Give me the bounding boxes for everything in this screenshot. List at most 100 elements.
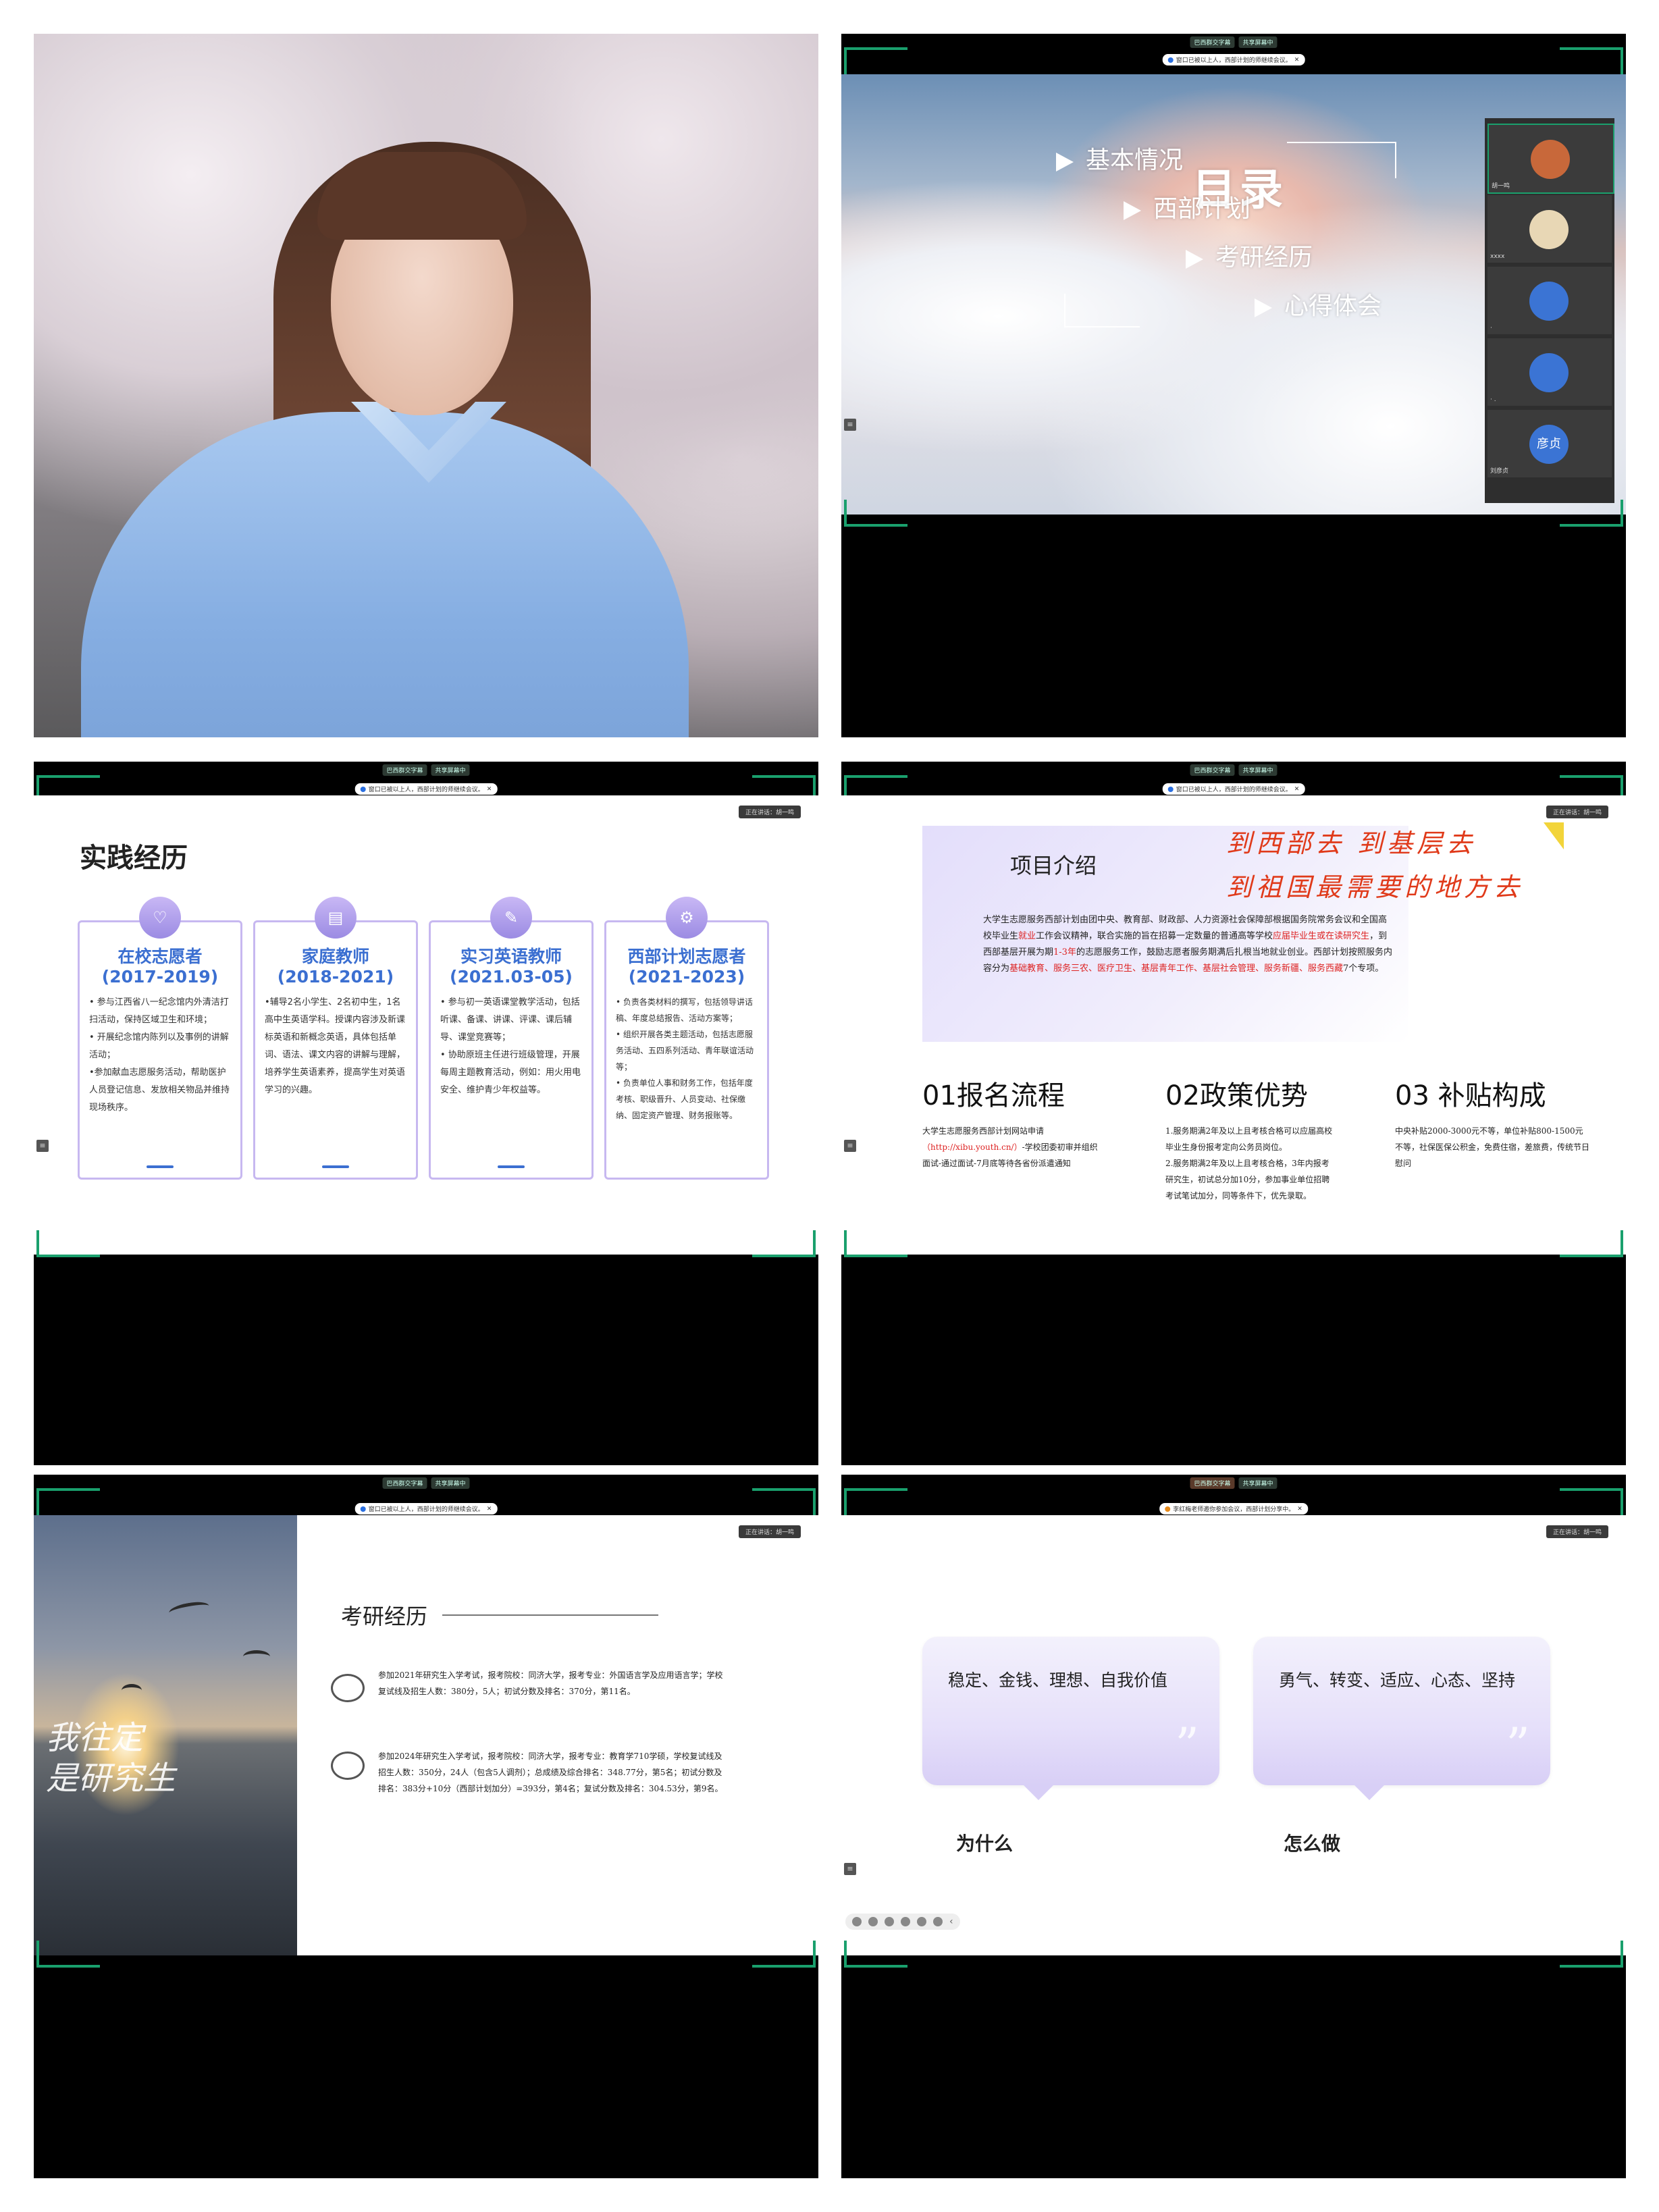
subtitle-pill[interactable]: 巴西群交字幕 <box>1190 764 1235 776</box>
close-icon[interactable]: ✕ <box>487 1506 492 1512</box>
subtitle-pill[interactable]: 巴西群交字幕 <box>1190 1477 1235 1489</box>
sea-sunset-image: 我往定 是研究生 <box>34 1515 297 1955</box>
card-title: 在校志愿者 (2017-2019) <box>101 947 219 986</box>
slogan-line-1: 到西部去 到基层去 <box>1226 828 1477 858</box>
participant-name: 胡一鸣 <box>1492 183 1510 190</box>
card-body: •辅导2名小学生、2名初中生，1名高中生英语学科。授课内容涉及新课标英语和新概念… <box>265 997 406 1095</box>
speech-bubble-icon <box>331 1674 365 1702</box>
subtitle-pill[interactable]: 巴西群交字幕 <box>382 764 427 776</box>
avatar: 彦贞 <box>1529 425 1569 464</box>
frame-corner <box>1560 1488 1623 1515</box>
why-label: 为什么 <box>956 1833 1013 1855</box>
card-text: 稳定、金钱、理想、自我价值 <box>948 1670 1168 1690</box>
play-arrow-icon <box>1186 250 1203 269</box>
section-body: 大学生志愿服务西部计划网站申请（http://xibu.youth.cn/）-学… <box>922 1126 1098 1168</box>
close-icon[interactable]: ✕ <box>487 786 492 793</box>
sharing-pill[interactable]: 共享屏幕中 <box>1238 1477 1278 1489</box>
notice-text: 窗口已被以上人，西部计划的师继续会议。 <box>368 1506 484 1513</box>
close-icon[interactable]: ✕ <box>1294 786 1300 793</box>
pen-icon[interactable] <box>885 1917 894 1926</box>
participant-tile[interactable]: 胡一鸣 <box>1487 124 1614 194</box>
emoji-icon[interactable] <box>933 1917 943 1926</box>
pointer-icon[interactable] <box>868 1917 878 1926</box>
card-title: 家庭教师 (2018-2021) <box>277 947 394 986</box>
menu-icon[interactable]: ≡ <box>844 1863 856 1875</box>
frame-corner <box>36 1230 100 1257</box>
intro-title: 项目介绍 <box>1010 853 1097 878</box>
meeting-notice[interactable]: 窗口已被以上人，西部计划的师继续会议。 ✕ <box>1162 783 1305 795</box>
meeting-notice[interactable]: 窗口已被以上人，西部计划的师继续会议。 ✕ <box>354 1503 498 1515</box>
toc-item: 心得体会 <box>1255 286 1381 321</box>
frame-corner <box>844 1488 907 1515</box>
kaoyan-paragraph: 参加2021年研究生入学考试，报考院校：同济大学，报考专业：外国语言学及应用语言… <box>378 1670 723 1696</box>
info-icon <box>1165 1506 1171 1512</box>
decor-bracket <box>1287 142 1396 178</box>
meeting-notice[interactable]: 窗口已被以上人，西部计划的师继续会议。 ✕ <box>1162 54 1305 65</box>
menu-icon[interactable]: ≡ <box>36 1140 49 1152</box>
page-title: 实践经历 <box>80 843 188 874</box>
card-title: 西部计划志愿者 (2021-2023) <box>627 947 746 986</box>
participant-tile[interactable]: · <box>1487 267 1612 334</box>
toc-item: 考研经历 <box>1186 238 1313 273</box>
participant-tile[interactable]: · . <box>1487 338 1612 406</box>
seagull-shape <box>167 1599 211 1620</box>
screenshot-icon[interactable] <box>901 1917 910 1926</box>
frame-corner <box>1560 47 1623 74</box>
subtitle-pill[interactable]: 巴西群交字幕 <box>382 1477 427 1489</box>
section-heading: 03 补贴构成 <box>1395 1080 1546 1111</box>
toc-item: 基本情况 <box>1056 140 1183 176</box>
notice-text: 李红梅老师邀你参加会议，西部计划分享中。 <box>1173 1506 1295 1513</box>
speaking-indicator: 正在讲话：胡一鸣 <box>1546 806 1608 818</box>
decor-triangle <box>1544 822 1564 849</box>
meeting-status-bar: 巴西群交字幕 共享屏幕中 <box>1190 764 1278 776</box>
reason-card: 稳定、金钱、理想、自我价值 ” <box>922 1637 1219 1800</box>
frame-corner <box>1560 1941 1623 1968</box>
section-heading: 02政策优势 <box>1165 1080 1308 1111</box>
section-heading: 01报名流程 <box>922 1080 1065 1111</box>
close-icon[interactable]: ✕ <box>1297 1506 1302 1512</box>
decor-bracket <box>1064 294 1140 327</box>
toc-item: 西部计划 <box>1124 189 1250 224</box>
meeting-screen-practice: 巴西群交字幕 共享屏幕中 窗口已被以上人，西部计划的师继续会议。 ✕ 正在讲话：… <box>34 762 818 1465</box>
collapse-icon[interactable]: ‹ <box>949 1916 953 1927</box>
sharing-pill[interactable]: 共享屏幕中 <box>431 1477 470 1489</box>
slogan-line-2: 到祖国最需要的地方去 <box>1226 872 1524 902</box>
play-arrow-icon <box>1255 298 1272 317</box>
subtitle-pill[interactable]: 巴西群交字幕 <box>1190 36 1235 48</box>
meeting-screen-toc: 巴西群交字幕 共享屏幕中 窗口已被以上人，西部计划的师继续会议。 ✕ 目录 基本… <box>841 34 1626 737</box>
card-text: 勇气、转变、适应、心态、坚持 <box>1279 1670 1516 1690</box>
info-icon <box>1167 786 1174 792</box>
section-body: 中央补贴2000-3000元不等，单位补贴800-1500元不等，社保医保公积金… <box>1395 1126 1590 1168</box>
frame-corner <box>844 1941 907 1968</box>
participant-tile[interactable]: xxxx <box>1487 195 1612 263</box>
sharing-pill[interactable]: 共享屏幕中 <box>1238 36 1278 48</box>
action-card: 勇气、转变、适应、心态、坚持 ” <box>1253 1637 1550 1800</box>
frame-corner <box>1560 500 1623 527</box>
heart-icon: ♡ <box>139 897 181 939</box>
play-arrow-icon <box>1124 201 1141 220</box>
meeting-screen-kaoyan: 巴西群交字幕 共享屏幕中 窗口已被以上人，西部计划的师继续会议。 ✕ 正在讲话：… <box>34 1475 818 2178</box>
close-icon[interactable]: ✕ <box>1294 57 1300 63</box>
quote-mark-icon: ” <box>1175 1718 1199 1773</box>
card-title: 实习英语教师 (2021.03-05) <box>450 947 573 986</box>
meeting-notice[interactable]: 李红梅老师邀你参加会议，西部计划分享中。 ✕ <box>1159 1503 1308 1515</box>
sharing-pill[interactable]: 共享屏幕中 <box>1238 764 1278 776</box>
annotation-toolbar: ‹ <box>845 1914 960 1930</box>
how-label: 怎么做 <box>1284 1833 1341 1855</box>
participant-tile[interactable]: 彦贞 刘彦贞 <box>1487 410 1612 477</box>
info-icon <box>1167 57 1174 63</box>
menu-icon[interactable]: ≡ <box>844 1140 856 1152</box>
camera-icon[interactable] <box>917 1917 926 1926</box>
seagull-shape <box>122 1684 142 1697</box>
sharing-pill[interactable]: 共享屏幕中 <box>431 764 470 776</box>
card-body: • 参与江西省八一纪念馆内外清洁打扫活动，保持区域卫生和环境； • 开展纪念馆内… <box>89 997 230 1113</box>
menu-icon[interactable]: ≡ <box>844 419 856 431</box>
participant-name: xxxx <box>1490 253 1505 260</box>
experience-card: ✎ 实习英语教师 (2021.03-05) • 参与初一英语课堂教学活动，包括听课… <box>429 897 594 1180</box>
meeting-notice[interactable]: 窗口已被以上人，西部计划的师继续会议。 ✕ <box>354 783 498 795</box>
speaking-indicator: 正在讲话：胡一鸣 <box>1546 1525 1608 1538</box>
info-icon <box>360 1506 366 1512</box>
record-icon[interactable] <box>852 1917 862 1926</box>
pen-icon: ✎ <box>490 897 532 939</box>
info-icon <box>360 786 366 792</box>
